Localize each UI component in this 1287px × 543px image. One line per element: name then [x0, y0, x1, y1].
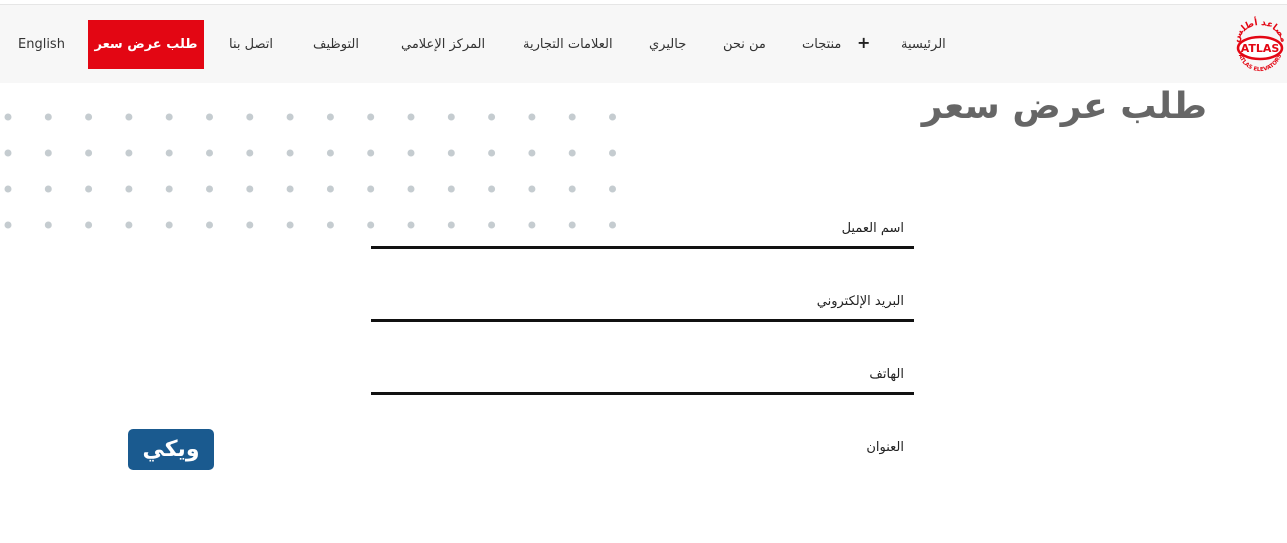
email-underline [371, 319, 914, 322]
decorative-dot [206, 221, 213, 229]
decorative-dot [85, 185, 93, 193]
email-field[interactable]: البريد الإلكتروني [371, 282, 914, 322]
decorative-dot [4, 113, 12, 121]
decorative-dot [286, 149, 294, 157]
wiki-badge-text: ويكي [142, 437, 200, 462]
decorative-dot [206, 149, 213, 157]
decorative-dot [165, 185, 173, 193]
decorative-dot [85, 113, 93, 121]
decorative-dot [488, 185, 496, 193]
nav-gallery[interactable]: جاليري [649, 5, 686, 84]
decorative-dot [44, 221, 52, 229]
top-navigation-bar: English طلب عرض سعر اتصل بنا التوظيف الم… [0, 4, 1287, 83]
page-title: طلب عرض سعر [921, 86, 1207, 127]
decorative-dot [246, 185, 254, 193]
decorative-dot [528, 113, 536, 121]
email-input[interactable] [371, 282, 801, 318]
decorative-dot [326, 221, 334, 229]
decorative-dot [326, 185, 334, 193]
decorative-dot [367, 185, 375, 193]
decorative-dot [367, 149, 375, 157]
customer-name-underline [371, 246, 914, 249]
decorative-dot [44, 113, 52, 121]
decorative-dot [447, 149, 455, 157]
decorative-dot [367, 113, 375, 121]
decorative-dot [326, 113, 334, 121]
decorative-dot [568, 149, 576, 157]
decorative-dot [447, 113, 455, 121]
decorative-dot [286, 113, 294, 121]
decorative-dot [326, 149, 334, 157]
decorative-dot [125, 185, 133, 193]
decorative-dot [407, 149, 415, 157]
decorative-dot [609, 185, 616, 193]
decorative-dot [609, 113, 616, 121]
phone-field[interactable]: الهاتف [371, 355, 914, 395]
decorative-dot [246, 113, 254, 121]
decorative-dot [206, 185, 213, 193]
decorative-dot [246, 149, 254, 157]
nav-careers[interactable]: التوظيف [313, 5, 359, 84]
decorative-dot [568, 113, 576, 121]
decorative-dot [125, 113, 133, 121]
nav-language-english[interactable]: English [18, 5, 65, 84]
decorative-dot [4, 185, 12, 193]
decorative-dot [568, 185, 576, 193]
decorative-dot [165, 113, 173, 121]
nav-products[interactable]: منتجات [802, 5, 841, 84]
decorative-dot [44, 185, 52, 193]
decorative-dot [206, 113, 213, 121]
nav-home[interactable]: الرئيسية [901, 5, 946, 84]
decorative-dot [165, 149, 173, 157]
decorative-dot [609, 149, 616, 157]
decorative-dot [407, 113, 415, 121]
decorative-dot [528, 185, 536, 193]
nav-about-us[interactable]: من نحن [723, 5, 766, 84]
decorative-dot [125, 221, 133, 229]
decorative-dot [125, 149, 133, 157]
nav-media-center[interactable]: المركز الإعلامي [401, 5, 485, 84]
decorative-dot [44, 149, 52, 157]
decorative-dot [488, 113, 496, 121]
nav-request-quote-button[interactable]: طلب عرض سعر [88, 20, 204, 69]
decorative-dot [528, 149, 536, 157]
decorative-dot [4, 221, 12, 229]
wiki-badge[interactable]: ويكي [128, 429, 214, 470]
address-field[interactable]: العنوان [371, 428, 914, 460]
logo-text: ATLAS [1241, 42, 1280, 55]
address-label: العنوان [866, 440, 904, 455]
nav-brands[interactable]: العلامات التجارية [523, 5, 613, 84]
phone-underline [371, 392, 914, 395]
decorative-dot [165, 221, 173, 229]
phone-input[interactable] [371, 355, 801, 391]
customer-name-label: اسم العميل [841, 221, 904, 236]
decorative-dot [447, 185, 455, 193]
decorative-dot [4, 149, 12, 157]
customer-name-field[interactable]: اسم العميل [371, 209, 914, 249]
decorative-dot [85, 221, 93, 229]
email-label: البريد الإلكتروني [816, 294, 904, 309]
atlas-logo[interactable]: مصاعد أطلس ATLAS ATLAS ELEVATORS [1226, 9, 1287, 81]
phone-label: الهاتف [869, 367, 904, 382]
decorative-dot [407, 185, 415, 193]
decorative-dot [488, 149, 496, 157]
customer-name-input[interactable] [371, 209, 801, 245]
nav-contact-us[interactable]: اتصل بنا [229, 5, 273, 84]
decorative-dot [286, 185, 294, 193]
decorative-dot [246, 221, 254, 229]
decorative-dot [286, 221, 294, 229]
decorative-dot [85, 149, 93, 157]
nav-products-expand-icon[interactable]: + [857, 33, 870, 52]
